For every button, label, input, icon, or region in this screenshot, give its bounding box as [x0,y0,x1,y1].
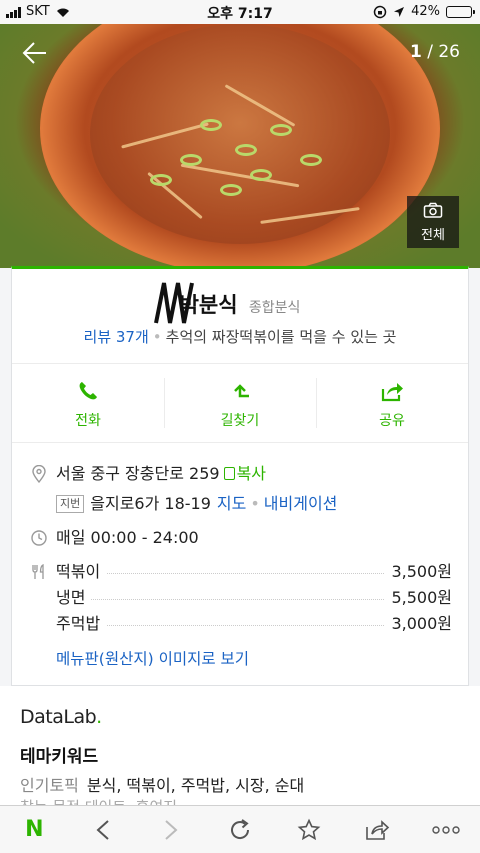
popular-topic-values: 분식, 떡볶이, 주먹밥, 시장, 순대 [86,776,305,795]
jibun-address: 을지로6가 18-19 [90,494,211,513]
details-section: 서울 중구 장충단로 259 복사 지번 을지로6가 18-19 지도 • 내비게이션 매… [30,459,452,669]
address-row: 서울 중구 장충단로 259 복사 [30,459,452,489]
menu-item: 냉면 5,500원 [30,585,452,611]
menu-item-price: 5,500원 [385,585,452,611]
share-button[interactable]: 공유 [316,364,468,442]
browser-toolbar: N [0,805,480,853]
directions-button[interactable]: 길찾기 [164,364,316,442]
clock-icon [31,530,47,546]
naver-logo-icon: N [25,817,44,842]
directions-label: 길찾기 [220,413,260,429]
menu-image-link[interactable]: 메뉴판(원산지) 이미지로 보기 [30,647,452,669]
datalab-brand: DataLab [20,706,97,728]
photo-current: 1 [409,42,422,62]
menu-item: 떡볶이 3,500원 [30,559,452,585]
star-icon [297,818,320,840]
directions-icon [234,384,249,398]
chevron-right-icon [165,819,178,840]
browser-forward-button[interactable] [151,810,191,850]
call-button[interactable]: 전화 [12,364,164,442]
share-page-button[interactable] [357,810,397,850]
phone-icon [79,382,97,400]
reviews-link[interactable]: 리뷰 37개 [84,328,149,346]
photo-total: / 26 [427,42,460,62]
place-info-card: 박분식 종합분식 리뷰 37개 • 추억의 짜장떡볶이를 먹을 수 있는 곳 전화 … [11,266,469,686]
battery-icon [446,5,475,18]
menu-item-name: 냉면 [56,588,92,607]
navigation-link[interactable]: 내비게이션 [264,494,338,513]
summary-row: 리뷰 37개 • 추억의 짜장떡볶이를 먹을 수 있는 곳 [12,326,468,347]
separator-dot: • [152,328,162,346]
share-icon [381,383,403,402]
more-dots-icon [431,825,460,834]
title-row: 박분식 종합분식 [12,282,468,324]
battery-percent: 42% [411,4,440,19]
action-bar: 전화 길찾기 공유 [12,363,468,443]
location-pin-icon [32,465,46,483]
lock-rotation-icon [373,5,387,18]
place-name: 박분식 [153,282,245,324]
road-address: 서울 중구 장충단로 259 [56,464,220,483]
more-button[interactable] [426,810,466,850]
menu-item-name: 주먹밥 [56,614,107,633]
jibun-tag: 지번 [56,495,85,513]
share-label: 공유 [379,413,405,429]
menu-item-price: 3,000원 [385,611,452,637]
business-hours: 매일 00:00 - 24:00 [56,528,199,547]
datalab-dot: . [96,706,102,728]
reload-icon [230,818,249,839]
camera-icon [423,202,443,218]
reload-button[interactable] [220,810,260,850]
menu-item: 주먹밥 3,000원 [30,611,452,637]
browser-back-button[interactable] [83,810,123,850]
popular-topic-label: 인기토픽 [20,776,79,795]
view-all-label: 전체 [421,228,445,243]
jibun-row: 지번 을지로6가 18-19 지도 • 내비게이션 [30,489,452,519]
copy-label: 복사 [236,464,267,483]
menu-list: 떡볶이 3,500원 냉면 5,500원 주먹밥 3,000원 [30,559,452,637]
location-icon [394,6,405,17]
place-category: 종합분식 [248,300,301,316]
datalab-logo: DataLab. [20,706,102,728]
status-bar: SKT 오후 7:17 42% [0,0,480,24]
menu-item-price: 3,500원 [385,559,452,585]
share-icon [366,819,390,840]
hours-row: 매일 00:00 - 24:00 [30,523,452,553]
theme-keyword-title: 테마키워드 [20,747,99,767]
copy-address-button[interactable]: 복사 [223,464,267,483]
photo-counter: 1 / 26 [410,42,460,62]
view-all-photos-button[interactable]: 전체 [407,196,459,248]
chevron-left-icon [96,819,109,840]
separator-dot: • [250,494,260,513]
place-description: 추억의 짜장떡볶이를 먹을 수 있는 곳 [165,328,397,346]
datalab-section: DataLab. 테마키워드 인기토픽 분식, 떡볶이, 주먹밥, 시장, 순대 … [0,686,480,816]
menu-item-name: 떡볶이 [56,562,107,581]
naver-home-button[interactable]: N [14,810,54,850]
back-arrow-icon[interactable] [20,38,50,68]
bookmark-button[interactable] [289,810,329,850]
map-link[interactable]: 지도 [217,494,246,513]
copy-icon [223,467,235,480]
redaction-scribble [153,282,194,324]
popular-topic-row: 인기토픽 분식, 떡볶이, 주먹밥, 시장, 순대 [20,772,304,796]
place-photo[interactable]: 1 / 26 전체 [0,24,480,268]
call-label: 전화 [75,413,101,429]
